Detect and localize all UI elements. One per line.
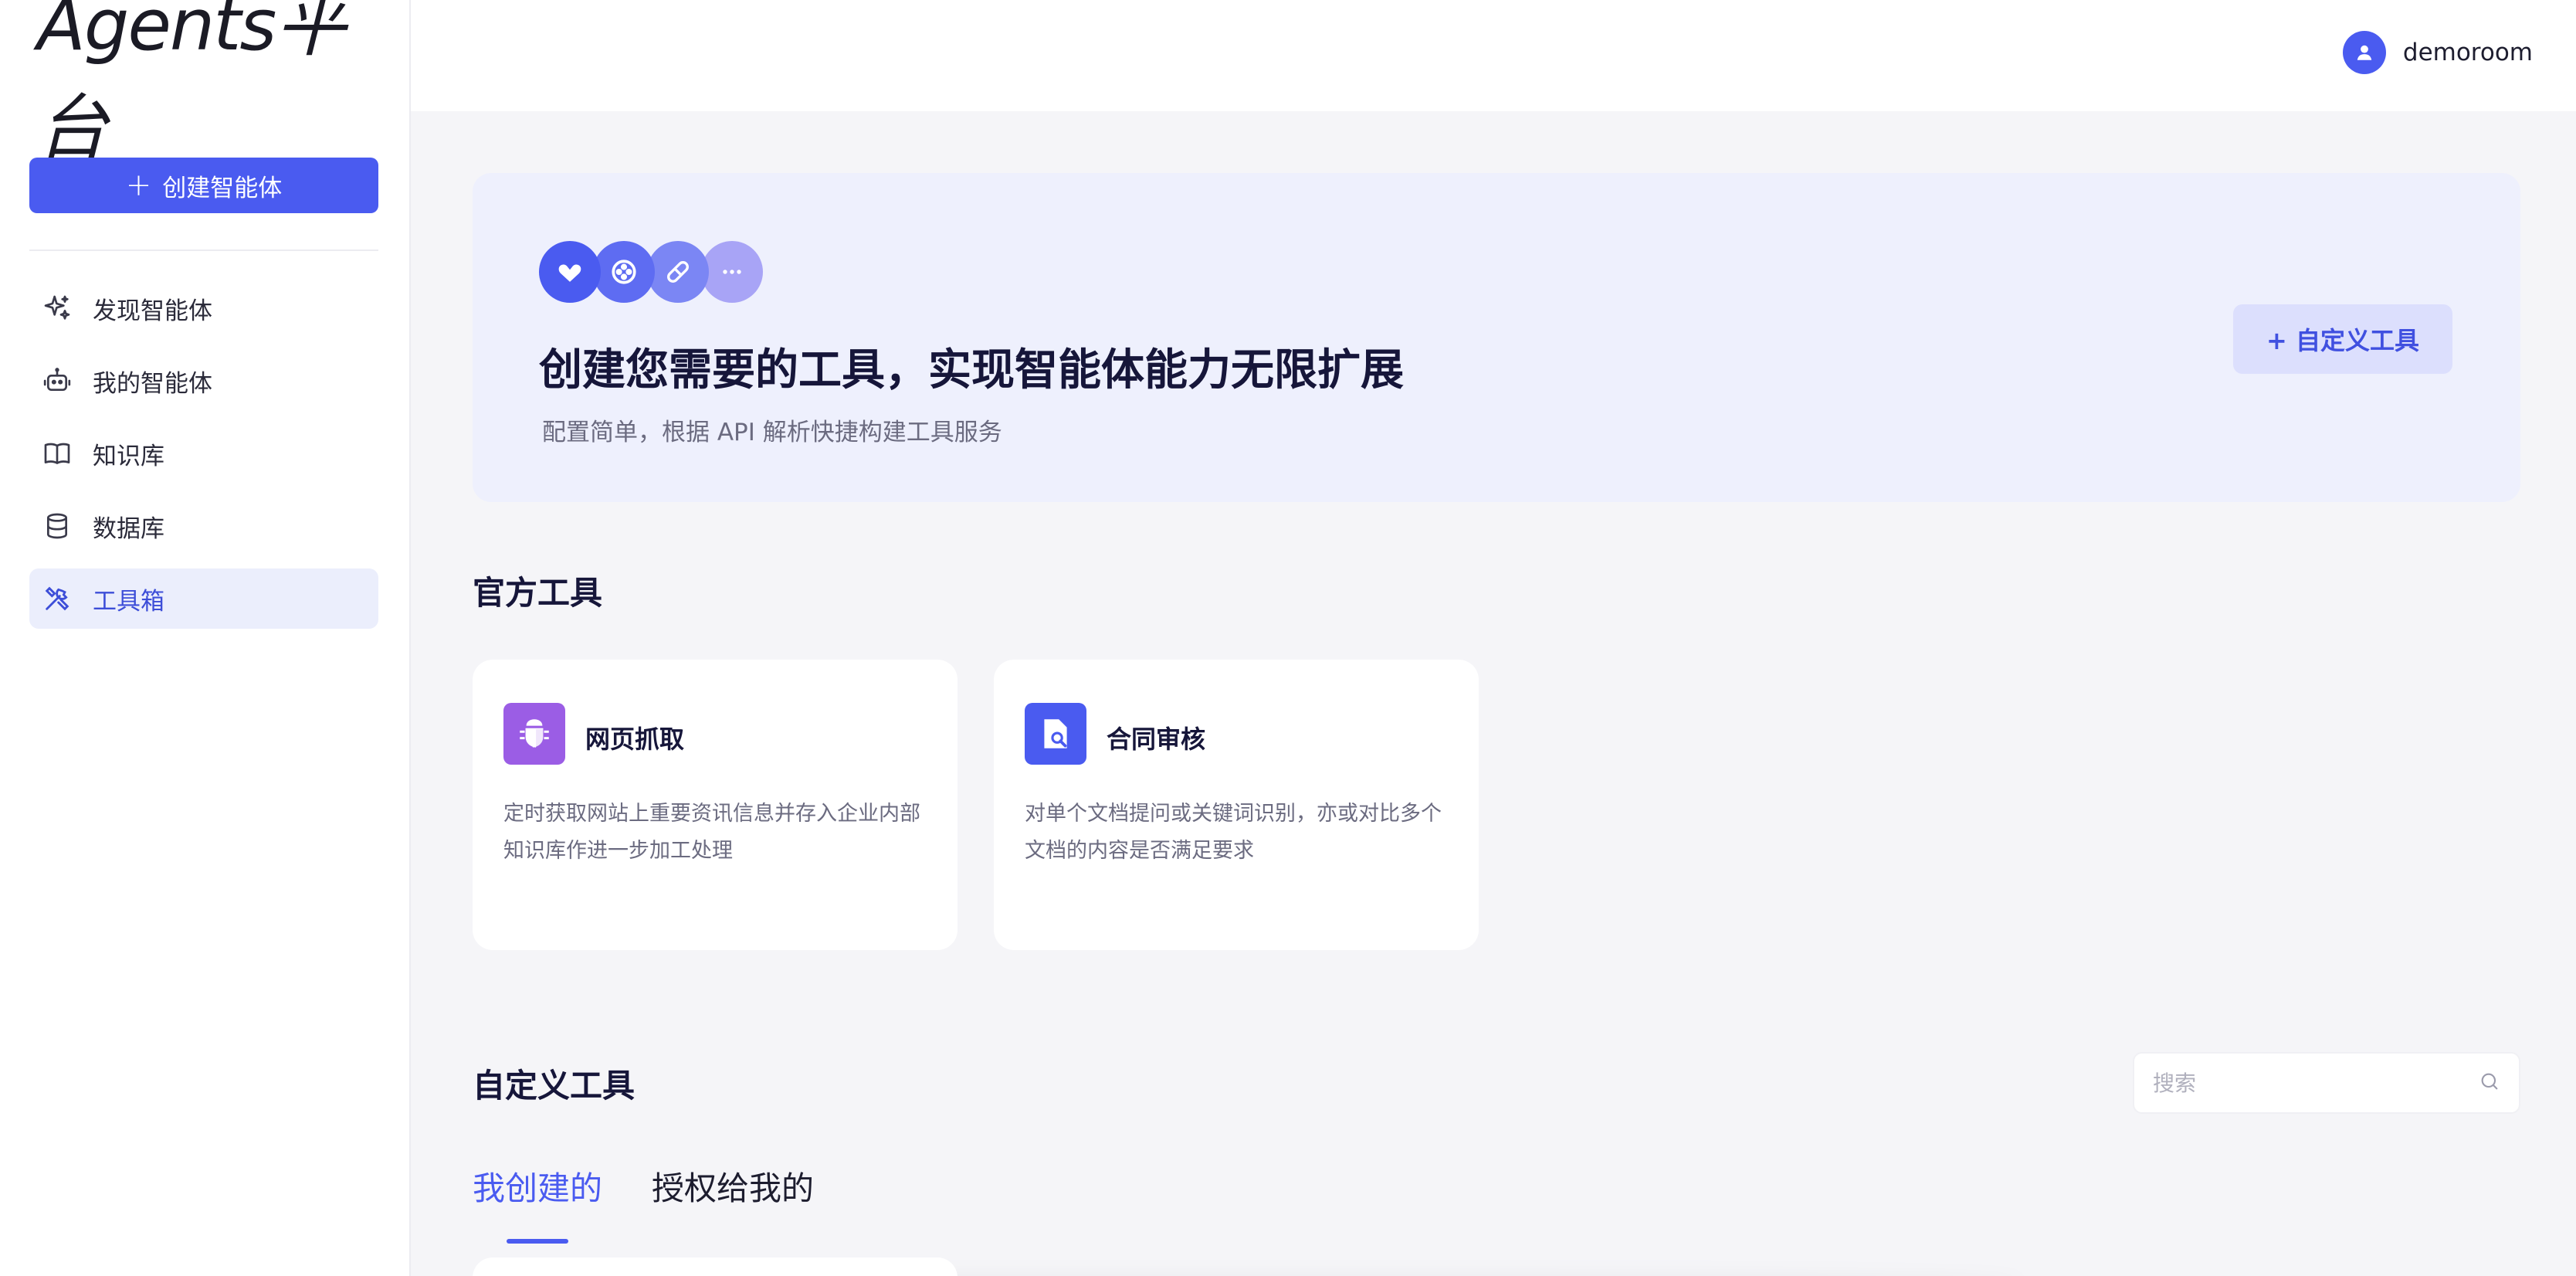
- sidebar: Agents平台 + 创建智能体 发现智能体 我的智能体 知识库 数据库 工具箱: [0, 0, 411, 1276]
- search-box: [2133, 1052, 2520, 1114]
- active-tab-indicator: [507, 1239, 568, 1244]
- search-icon[interactable]: [2479, 1071, 2500, 1095]
- sparkle-icon: [42, 293, 73, 324]
- tab-label: 授权给我的: [652, 1169, 815, 1207]
- sidebar-item-toolbox[interactable]: 工具箱: [29, 568, 378, 629]
- add-custom-tool-button[interactable]: + 自定义工具: [2233, 304, 2452, 374]
- database-icon: [42, 511, 73, 541]
- create-agent-label: 创建智能体: [162, 174, 283, 202]
- game-icon: [593, 241, 655, 303]
- pill-icon: [647, 241, 709, 303]
- sidebar-item-label: 我的智能体: [93, 369, 212, 398]
- tool-card-title: 合同审核: [1107, 725, 1206, 754]
- sidebar-nav: 发现智能体 我的智能体 知识库 数据库 工具箱: [29, 278, 378, 641]
- create-agent-button[interactable]: + 创建智能体: [29, 158, 378, 213]
- sidebar-item-label: 发现智能体: [93, 297, 212, 325]
- sidebar-item-label: 数据库: [93, 514, 164, 543]
- tab-shared-with-me[interactable]: 授权给我的: [652, 1162, 814, 1210]
- custom-tool-card[interactable]: [473, 1257, 958, 1276]
- document-search-icon: [1025, 703, 1086, 765]
- official-tools-heading: 官方工具: [473, 574, 603, 612]
- sidebar-item-my-agents[interactable]: 我的智能体: [29, 351, 378, 411]
- user-avatar-icon: [2342, 31, 2386, 74]
- spider-icon: [503, 703, 565, 765]
- tab-created-by-me[interactable]: 我创建的: [473, 1162, 603, 1244]
- book-icon: [42, 438, 73, 469]
- hero-icon-group: [539, 241, 771, 306]
- heart-hand-icon: [539, 241, 601, 303]
- tool-card-title: 网页抓取: [585, 725, 685, 754]
- top-bar: demoroom: [411, 0, 2576, 111]
- sidebar-item-database[interactable]: 数据库: [29, 496, 378, 556]
- plus-icon: +: [125, 168, 152, 203]
- search-input[interactable]: [2153, 1070, 2462, 1096]
- user-menu[interactable]: demoroom: [2342, 31, 2533, 74]
- custom-tools-heading: 自定义工具: [473, 1067, 636, 1105]
- hero-title: 创建您需要的工具，实现智能体能力无限扩展: [539, 345, 1404, 395]
- sidebar-item-label: 知识库: [93, 442, 164, 470]
- robot-icon: [42, 365, 73, 396]
- tool-card-contract-review[interactable]: 合同审核 对单个文档提问或关键词识别，亦或对比多个文档的内容是否满足要求: [994, 660, 1479, 950]
- tools-icon: [42, 583, 73, 614]
- tab-label: 我创建的: [473, 1169, 603, 1207]
- tool-card-description: 对单个文档提问或关键词识别，亦或对比多个文档的内容是否满足要求: [1025, 802, 1442, 863]
- tool-card-web-scraper[interactable]: 网页抓取 定时获取网站上重要资讯信息并存入企业内部知识库作进一步加工处理: [473, 660, 958, 950]
- sidebar-item-discover-agents[interactable]: 发现智能体: [29, 278, 378, 338]
- custom-tools-tabs: 我创建的 授权给我的: [473, 1162, 814, 1244]
- more-icon: [701, 241, 763, 303]
- hero-subtitle: 配置简单，根据 API 解析快捷构建工具服务: [542, 419, 1002, 446]
- sidebar-divider: [29, 249, 378, 251]
- app-logo[interactable]: Agents平台: [37, 0, 385, 169]
- sidebar-item-label: 工具箱: [93, 587, 164, 616]
- username: demoroom: [2402, 39, 2533, 66]
- sidebar-item-knowledge-base[interactable]: 知识库: [29, 423, 378, 484]
- hero-banner: 创建您需要的工具，实现智能体能力无限扩展 配置简单，根据 API 解析快捷构建工…: [473, 173, 2520, 502]
- tool-card-description: 定时获取网站上重要资讯信息并存入企业内部知识库作进一步加工处理: [503, 802, 920, 863]
